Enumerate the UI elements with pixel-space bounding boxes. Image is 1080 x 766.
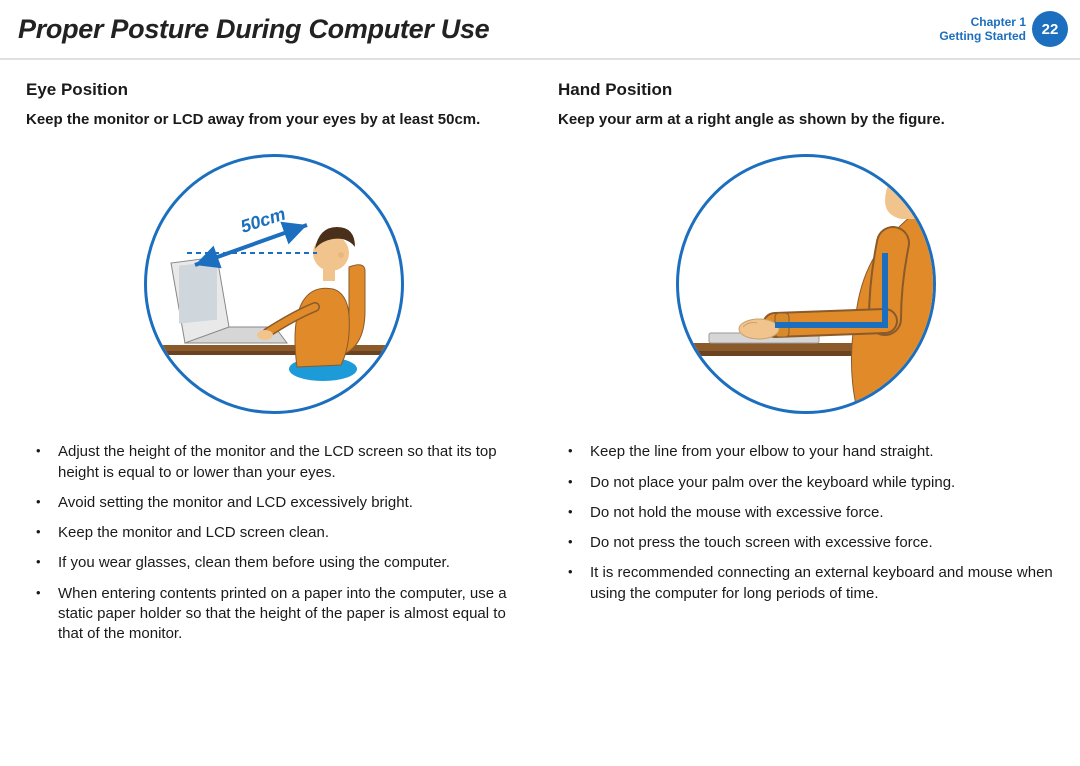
hand-subheading: Keep your arm at a right angle as shown … (558, 110, 1054, 130)
eye-illustration: 50cm (144, 154, 404, 414)
list-item: Do not hold the mouse with excessive for… (564, 503, 1054, 523)
list-item: Avoid setting the monitor and LCD excess… (32, 493, 522, 513)
col-eye-position: Eye Position Keep the monitor or LCD awa… (26, 80, 522, 654)
distance-label: 50cm (238, 204, 288, 237)
page-header: Proper Posture During Computer Use Chapt… (0, 0, 1080, 60)
list-item: It is recommended connecting an external… (564, 563, 1054, 604)
hand-tips-list: Keep the line from your elbow to your ha… (558, 442, 1054, 604)
list-item: Keep the monitor and LCD screen clean. (32, 523, 522, 543)
page-number-badge: 22 (1032, 11, 1068, 47)
list-item: Do not press the touch screen with exces… (564, 533, 1054, 553)
list-item: Keep the line from your elbow to your ha… (564, 442, 1054, 462)
list-item: Adjust the height of the monitor and the… (32, 442, 522, 483)
hand-heading: Hand Position (558, 80, 1054, 100)
list-item: Do not place your palm over the keyboard… (564, 473, 1054, 493)
chapter-label: Chapter 1 Getting Started (939, 15, 1026, 43)
col-hand-position: Hand Position Keep your arm at a right a… (558, 80, 1054, 654)
hand-illustration (676, 154, 936, 414)
hand-illustration-wrap (558, 154, 1054, 414)
chapter-line1: Chapter 1 (939, 15, 1026, 29)
content-body: Eye Position Keep the monitor or LCD awa… (0, 60, 1080, 654)
page-title: Proper Posture During Computer Use (18, 14, 489, 45)
list-item: When entering contents printed on a pape… (32, 584, 522, 645)
chapter-line2: Getting Started (939, 29, 1026, 43)
eye-heading: Eye Position (26, 80, 522, 100)
eye-subheading: Keep the monitor or LCD away from your e… (26, 110, 522, 130)
eye-illustration-wrap: 50cm (26, 154, 522, 414)
list-item: If you wear glasses, clean them before u… (32, 553, 522, 573)
eye-tips-list: Adjust the height of the monitor and the… (26, 442, 522, 644)
chapter-block: Chapter 1 Getting Started 22 (939, 0, 1080, 58)
